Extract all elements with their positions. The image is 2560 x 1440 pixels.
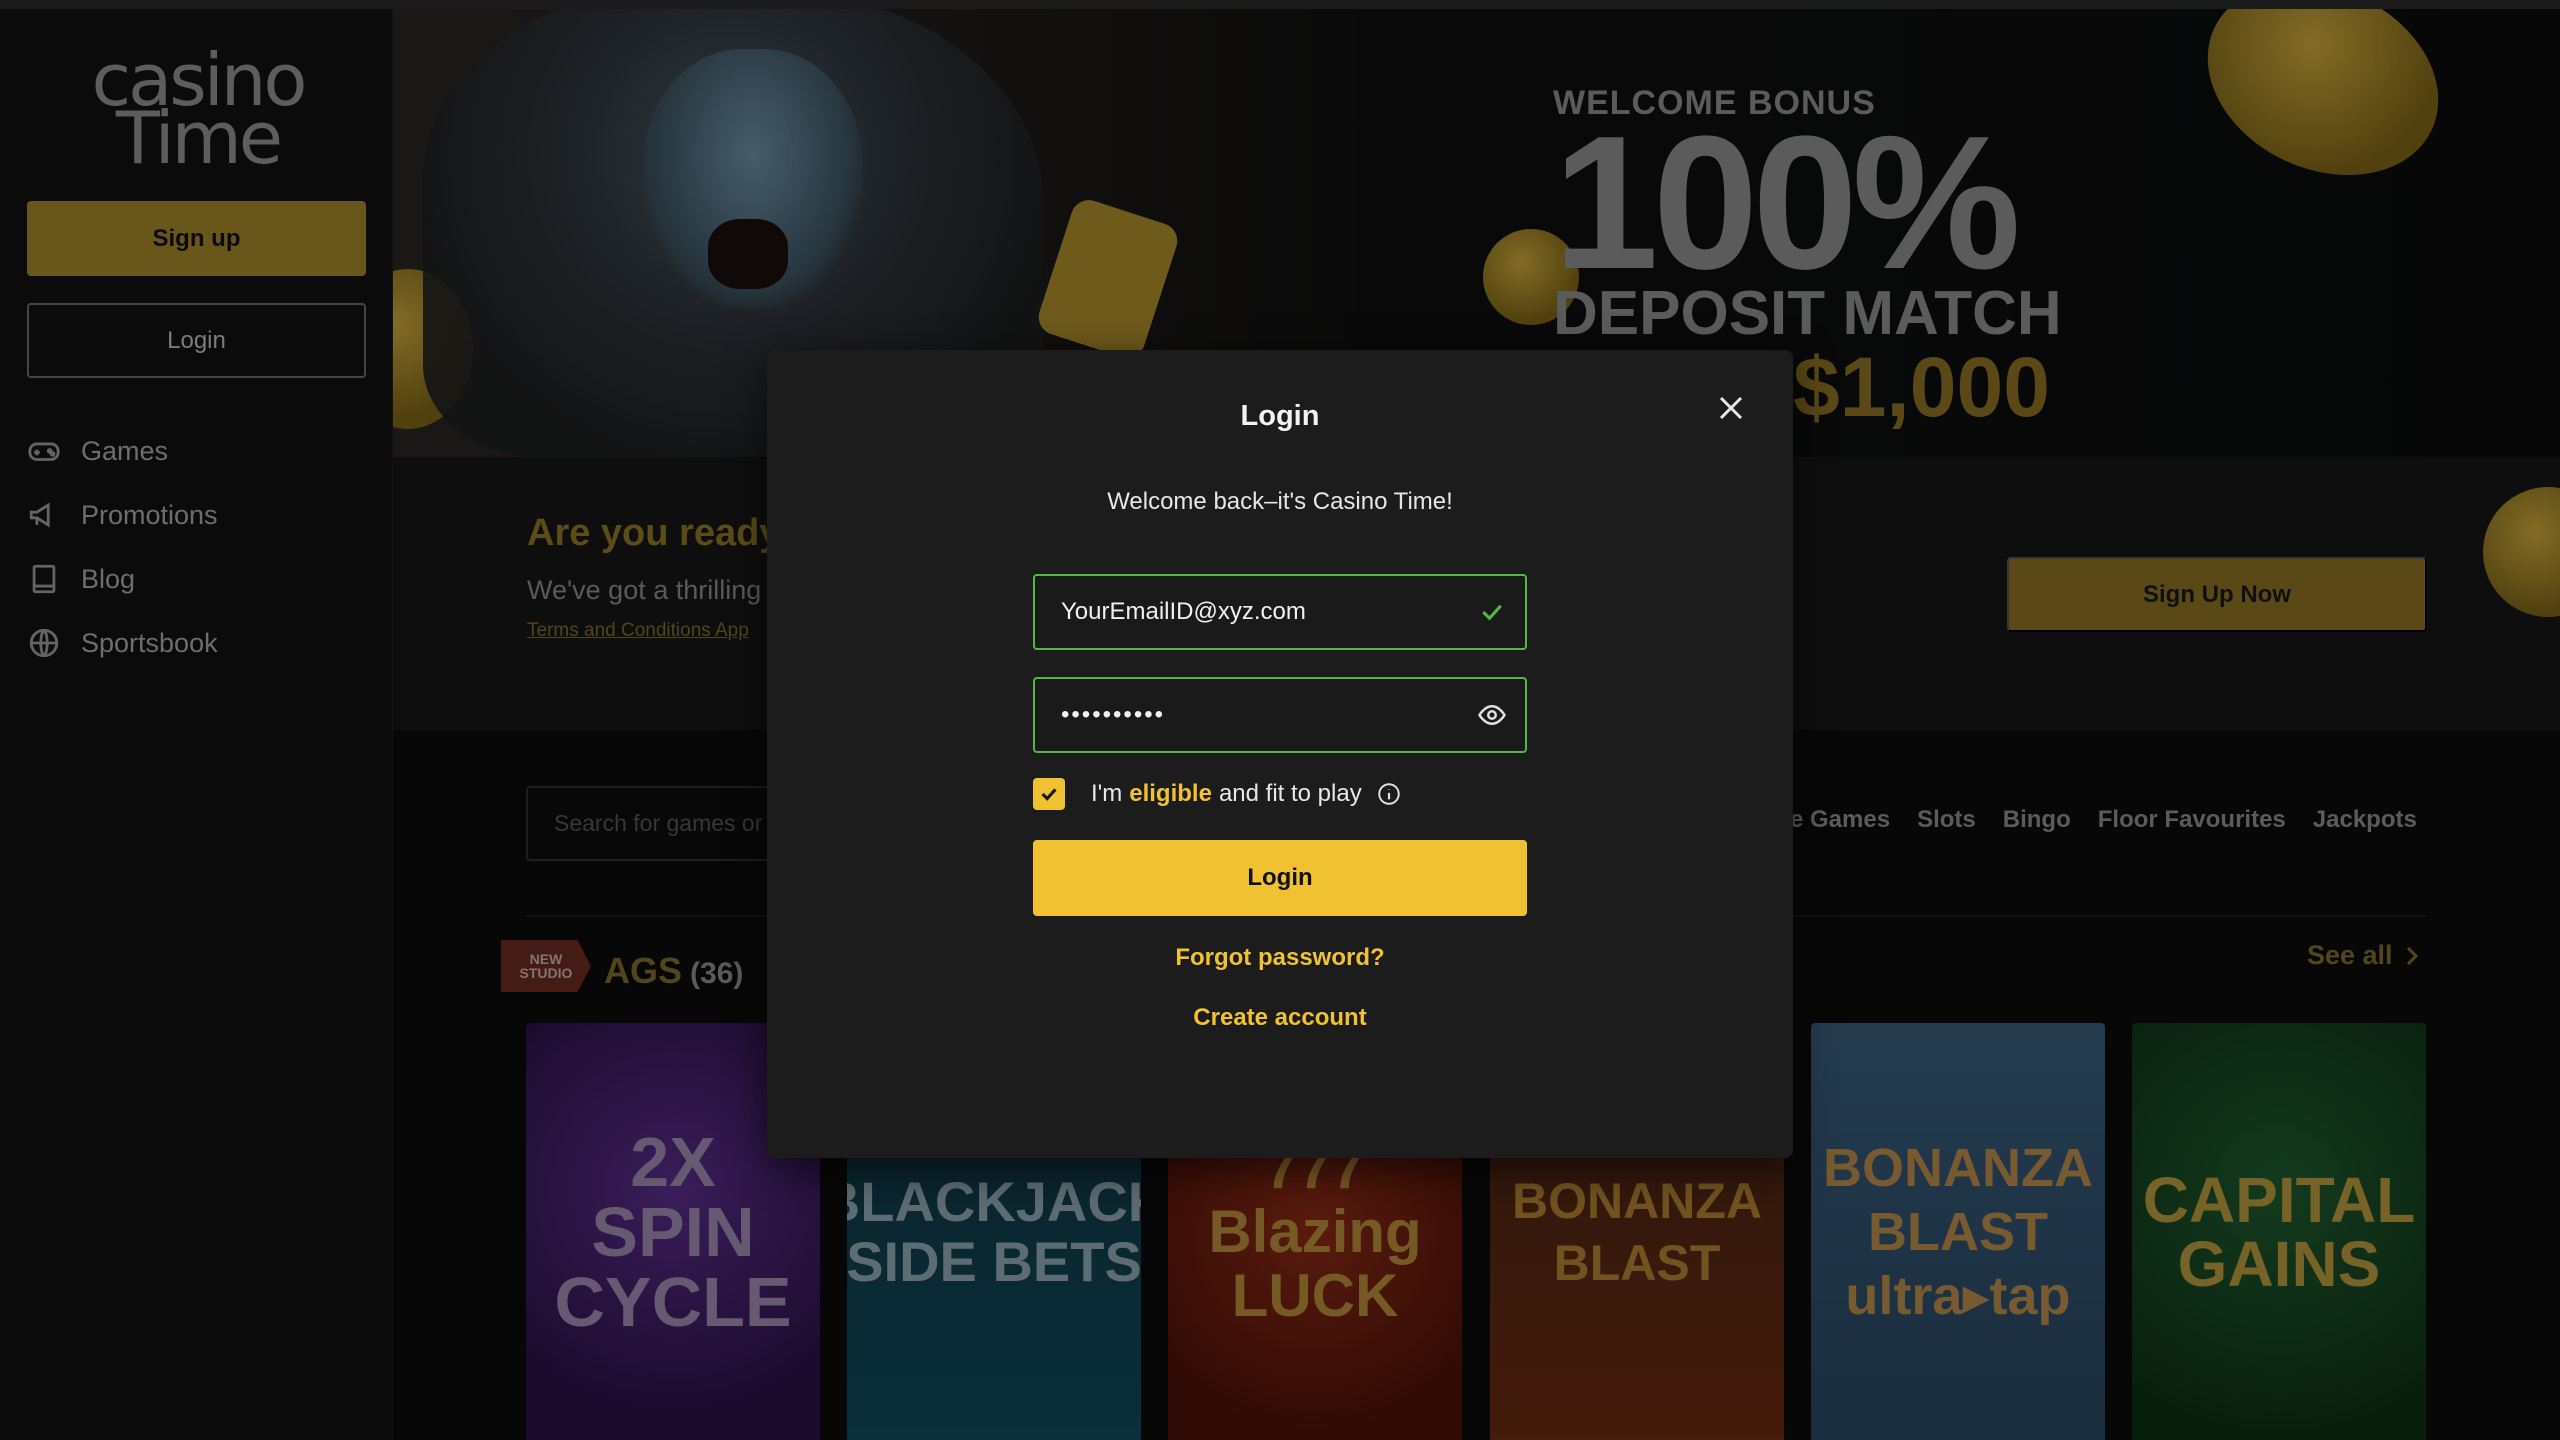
close-icon — [1719, 396, 1743, 420]
email-input[interactable] — [1061, 598, 1477, 626]
forgot-password-link[interactable]: Forgot password? — [767, 944, 1793, 972]
eye-icon[interactable] — [1477, 700, 1507, 730]
close-button[interactable] — [1713, 390, 1749, 426]
eligibility-row: I'm eligible and fit to play — [1033, 778, 1402, 810]
create-account-link[interactable]: Create account — [767, 1004, 1793, 1032]
login-button[interactable]: Login — [1033, 840, 1527, 916]
checkmark-icon — [1041, 788, 1057, 801]
info-icon[interactable] — [1376, 781, 1402, 807]
login-modal: Login Welcome back–it's Casino Time! I'm… — [767, 350, 1793, 1158]
eligibility-checkbox[interactable] — [1033, 778, 1065, 810]
eligibility-suffix: and fit to play — [1218, 780, 1362, 807]
password-input[interactable] — [1061, 701, 1477, 729]
password-field[interactable] — [1033, 677, 1527, 753]
modal-subtitle: Welcome back–it's Casino Time! — [1107, 488, 1453, 515]
eligibility-prefix: I'm — [1091, 780, 1123, 807]
modal-title: Login — [1240, 400, 1320, 432]
checkmark-icon — [1482, 604, 1502, 621]
email-field[interactable] — [1033, 574, 1527, 650]
eligible-link[interactable]: eligible — [1129, 780, 1212, 808]
